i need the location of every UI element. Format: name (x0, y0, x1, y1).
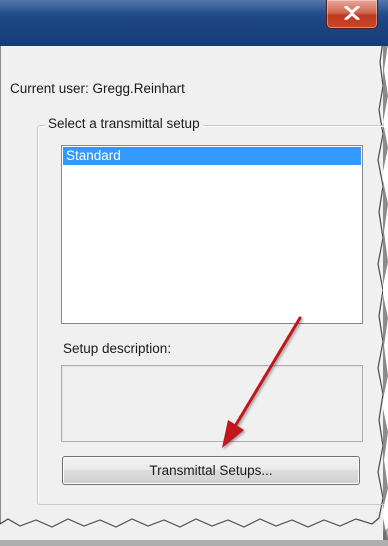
groupbox-legend: Select a transmittal setup (45, 116, 203, 131)
transmittal-setup-listbox[interactable]: Standard (61, 145, 363, 324)
setup-description-label: Setup description: (63, 341, 172, 356)
close-button[interactable] (326, 0, 378, 29)
transmittal-setups-button[interactable]: Transmittal Setups... (62, 456, 360, 485)
screenshot-stage: Current user: Gregg.Reinhart Select a tr… (0, 0, 388, 546)
current-user-label: Current user: Gregg.Reinhart (10, 81, 185, 96)
title-bar (0, 0, 388, 46)
close-x-icon (344, 6, 360, 20)
setup-description-field (61, 365, 363, 442)
list-item-standard[interactable]: Standard (63, 147, 361, 165)
